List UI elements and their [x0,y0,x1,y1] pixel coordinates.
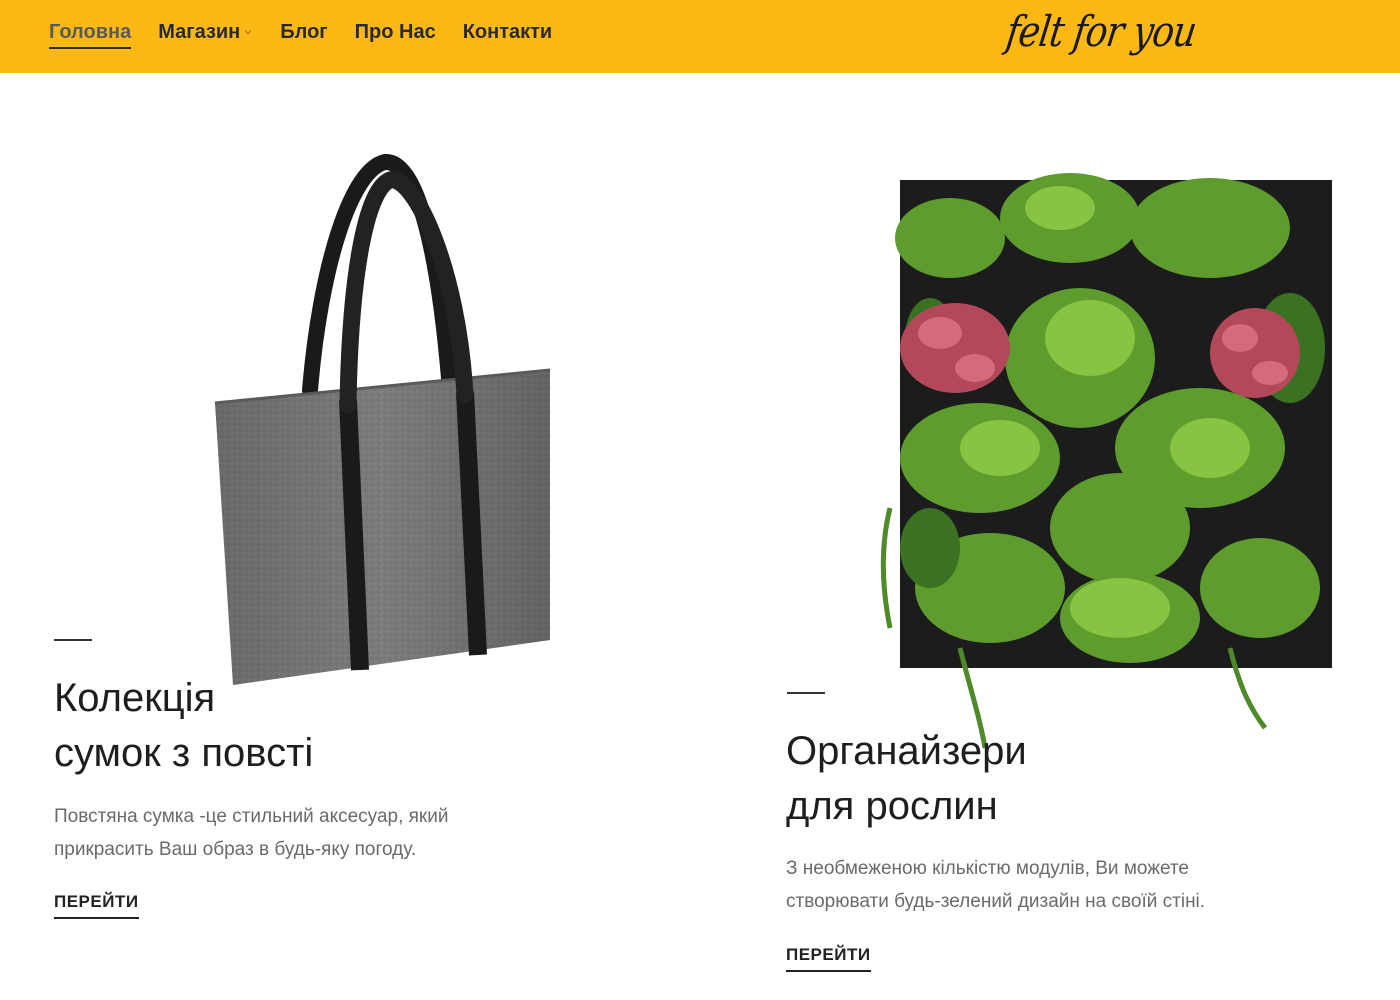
felt-bag-image [214,154,551,685]
nav-item-shop-label: Магазин [158,21,241,43]
card-2-description: З необмеженою кількістю модулів, Ви може… [786,852,1205,918]
plant-wall-image [880,173,1332,749]
nav-item-about[interactable]: Про Нас [355,20,436,44]
card-2-desc-line-1: З необмеженою кількістю модулів, Ви може… [786,858,1189,879]
card-1-title-line-1: Колекція [54,676,216,720]
site-logo[interactable]: felt for you [1003,8,1199,56]
card-2-desc-line-2: створювати будь-зелений дизайн на своїй … [786,891,1206,912]
card-2-title: Органайзери для рослин [786,724,1027,834]
card-1-desc-line-2: прикрасить Ваш образ в будь-яку погоду. [54,839,417,860]
card-2-title-line-2: для рослин [786,784,998,828]
nav-item-home[interactable]: Головна [49,20,132,49]
card-1-title: Колекція сумок з повсті [54,671,313,781]
card-1-title-line-2: сумок з повсті [54,731,314,775]
card-1-go-link[interactable]: ПЕРЕЙТИ [54,892,139,919]
chevron-down-icon [244,30,252,35]
card-1-desc-line-1: Повстяна сумка -це стильний аксесуар, як… [54,806,449,827]
site-header: Головна Магазин Блог Про Нас Контакти fe… [0,0,1400,73]
card-2-title-line-1: Органайзери [786,729,1027,773]
card-2-go-link[interactable]: ПЕРЕЙТИ [786,945,871,972]
nav-item-blog[interactable]: Блог [280,20,327,44]
card-1-divider [54,639,92,641]
card-1-description: Повстяна сумка -це стильний аксесуар, як… [54,800,448,866]
nav-item-shop[interactable]: Магазин [158,20,253,44]
card-2-divider [787,692,825,694]
nav-item-contacts[interactable]: Контакти [463,20,553,44]
main-nav: Головна Магазин Блог Про Нас Контакти [49,20,579,49]
